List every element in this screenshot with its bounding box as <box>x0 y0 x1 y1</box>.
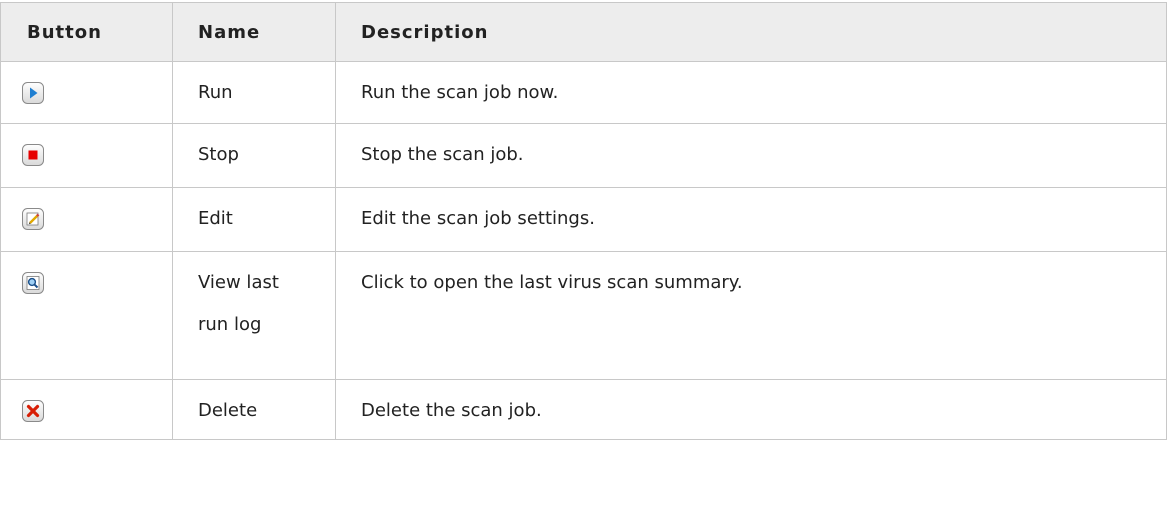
name-cell: Stop <box>172 123 336 188</box>
stop-icon[interactable] <box>22 144 44 166</box>
table-header-row: Button Name Description <box>0 2 1167 62</box>
view-log-icon[interactable] <box>22 272 44 294</box>
row-name: Run <box>198 82 233 103</box>
header-name: Name <box>172 2 336 62</box>
description-cell: Edit the scan job settings. <box>335 187 1167 252</box>
row-name: Stop <box>198 144 239 165</box>
table-row: View last run log Click to open the last… <box>0 251 1167 380</box>
header-button: Button <box>0 2 173 62</box>
description-cell: Stop the scan job. <box>335 123 1167 188</box>
table-row: Edit Edit the scan job settings. <box>0 187 1167 252</box>
button-cell <box>0 251 173 380</box>
row-name: Delete <box>198 400 258 421</box>
table-row: Run Run the scan job now. <box>0 61 1167 124</box>
row-name: Edit <box>198 208 233 229</box>
name-cell: Delete <box>172 379 336 440</box>
description-cell: Delete the scan job. <box>335 379 1167 440</box>
name-cell: Run <box>172 61 336 124</box>
header-description: Description <box>335 2 1167 62</box>
play-icon[interactable] <box>22 82 44 104</box>
description-cell: Click to open the last virus scan summar… <box>335 251 1167 380</box>
button-cell <box>0 187 173 252</box>
button-cell <box>0 61 173 124</box>
description-cell: Run the scan job now. <box>335 61 1167 124</box>
name-cell: Edit <box>172 187 336 252</box>
edit-icon[interactable] <box>22 208 44 230</box>
delete-icon[interactable] <box>22 400 44 422</box>
row-name: View last run log <box>198 272 279 335</box>
name-cell: View last run log <box>172 251 336 380</box>
table-row: Stop Stop the scan job. <box>0 123 1167 188</box>
button-cell <box>0 379 173 440</box>
button-reference-table: Button Name Description Run Run the scan… <box>0 2 1167 440</box>
button-cell <box>0 123 173 188</box>
table-row: Delete Delete the scan job. <box>0 379 1167 440</box>
